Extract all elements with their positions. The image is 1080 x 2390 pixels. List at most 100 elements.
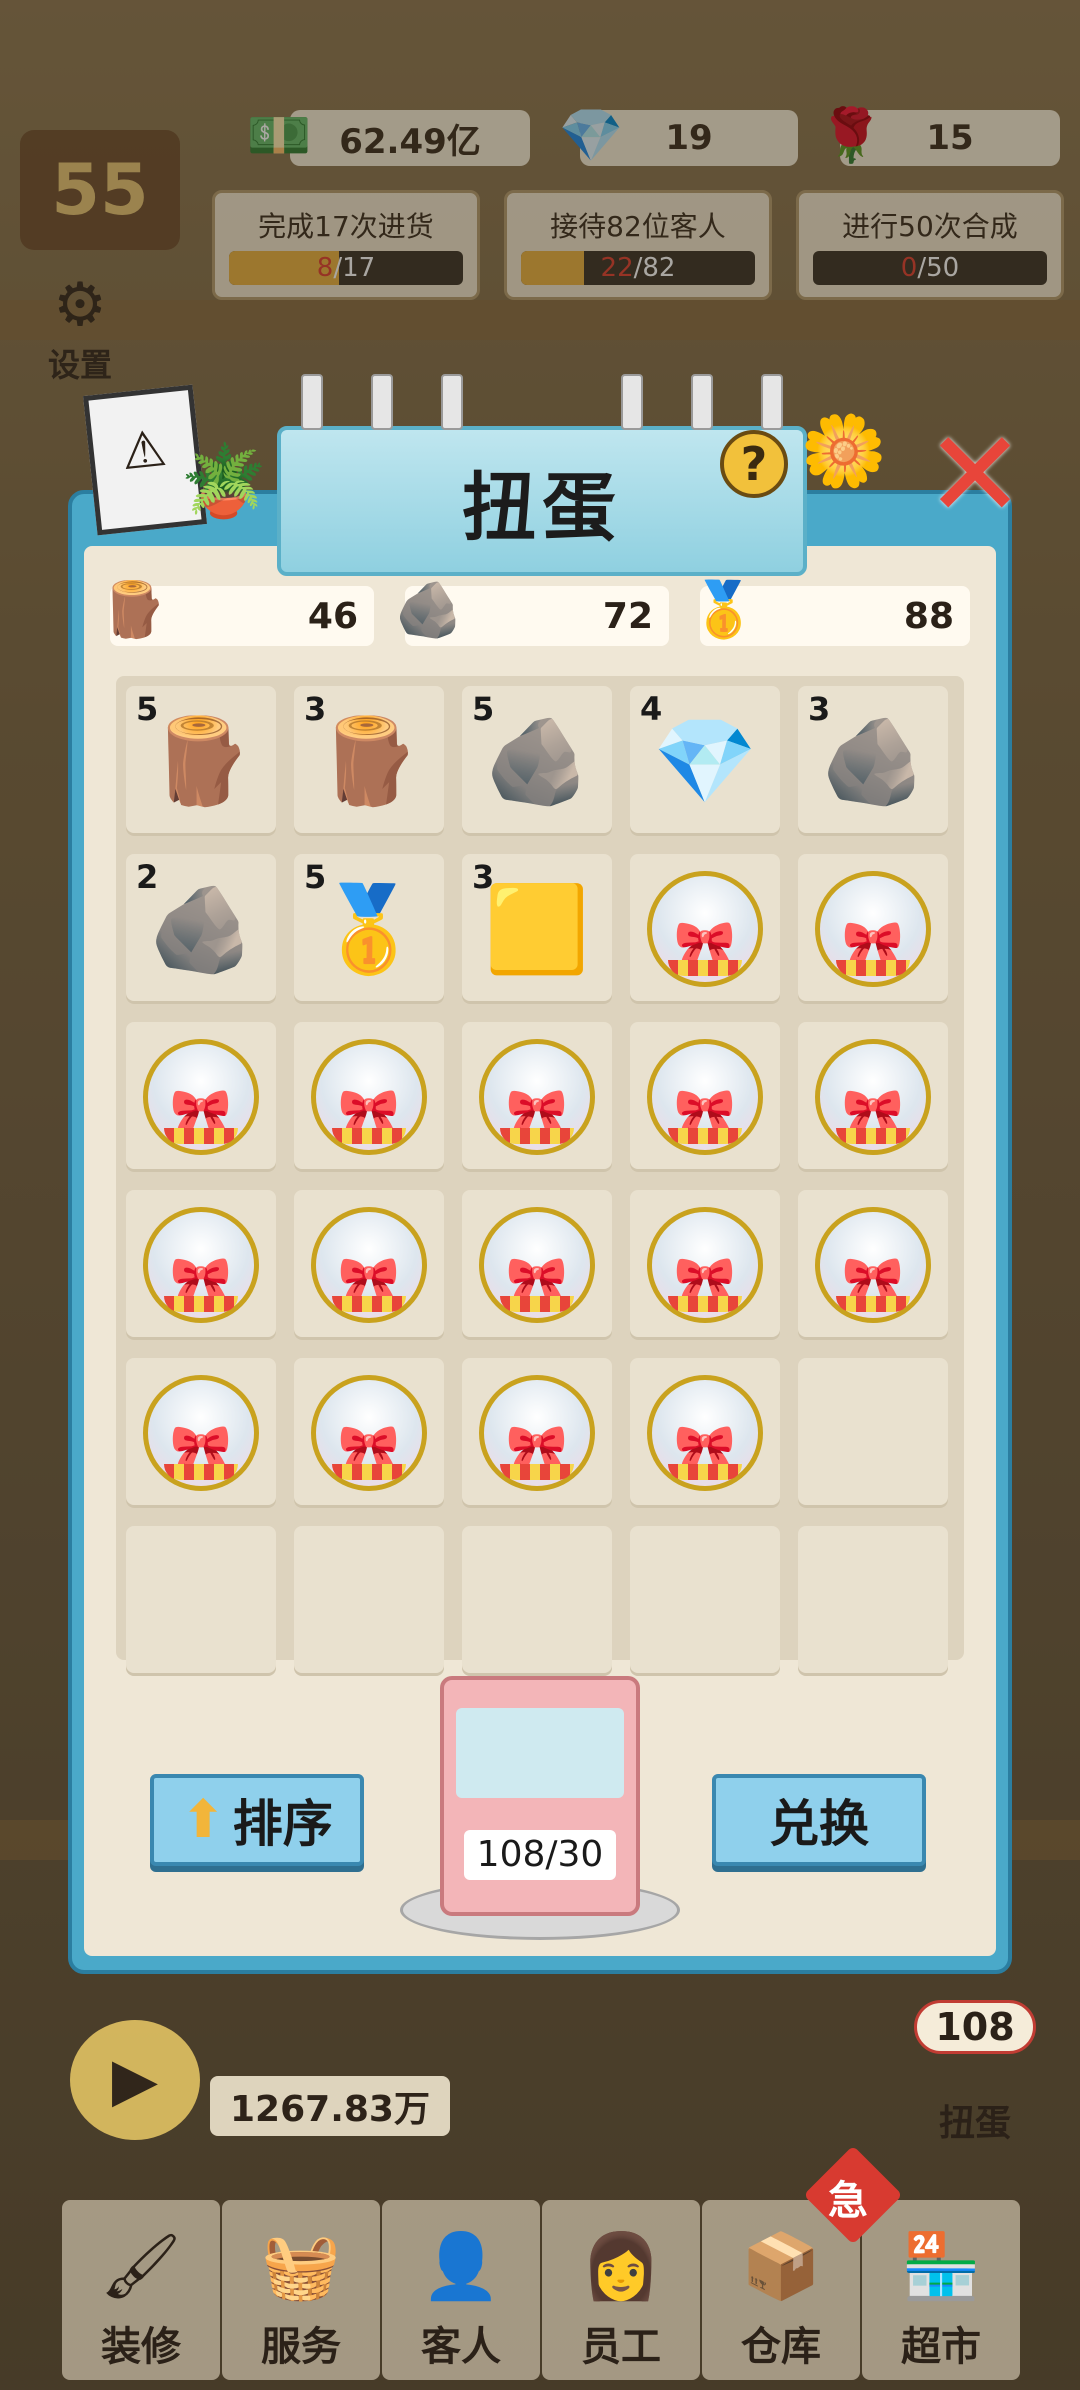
item-count: 5 (304, 858, 327, 896)
hook-icon (691, 374, 713, 430)
capsule-icon: 🎀 (143, 1375, 259, 1491)
crystal-icon: 💎 (652, 712, 758, 810)
grid-cell[interactable]: 🎀 (630, 1190, 780, 1340)
grid-cell[interactable]: 🎀 (126, 1190, 276, 1340)
nav-service[interactable]: 🧺 服务 (222, 2200, 380, 2380)
machine-counter: 108/30 (464, 1830, 616, 1880)
flower-pot-icon: 🌼 (800, 410, 888, 492)
sort-button[interactable]: ⬆ 排序 (150, 1774, 364, 1866)
service-icon: 🧺 (261, 2230, 341, 2304)
stone-icon: 🪨 (484, 712, 590, 810)
grid-cell[interactable]: 🎀 (798, 854, 948, 1004)
item-count: 3 (304, 690, 327, 728)
resource-stone: 🪨 72 (395, 578, 669, 646)
cash-display: 1267.83万 (210, 2076, 450, 2136)
grid-cell[interactable]: 🎀 (126, 1358, 276, 1508)
nav-supermarket[interactable]: 🏪 超市 (862, 2200, 1020, 2380)
capsule-icon: 🎀 (647, 1039, 763, 1155)
capsule-icon: 🎀 (479, 1207, 595, 1323)
item-count: 5 (136, 690, 159, 728)
nav-customers[interactable]: 👤 客人 (382, 2200, 540, 2380)
grid-cell[interactable]: 🎀 (294, 1022, 444, 1172)
grid-cell[interactable]: 🎀 (294, 1358, 444, 1508)
hook-icon (301, 374, 323, 430)
resource-gold: 🥇 88 (690, 578, 970, 646)
hook-icon (371, 374, 393, 430)
grid-cell[interactable]: 5 🥇 (294, 854, 444, 1004)
grid-cell (462, 1526, 612, 1676)
close-button[interactable]: ✕ (920, 406, 1030, 545)
grid-cell (126, 1526, 276, 1676)
bottom-nav: 🖌 装修 🧺 服务 👤 客人 👩 员工 📦 仓库 🏪 超市 (0, 2180, 1080, 2390)
capsule-icon: 🎀 (311, 1375, 427, 1491)
grid-cell[interactable]: 🎀 (630, 1358, 780, 1508)
nav-staff[interactable]: 👩 员工 (542, 2200, 700, 2380)
capsule-icon: 🎀 (647, 1375, 763, 1491)
grid-cell[interactable]: 3 🪨 (798, 686, 948, 836)
rock-pile-icon: 🪨 (820, 712, 926, 810)
grid-cell (798, 1526, 948, 1676)
gold-nuggets-icon: 🟨 (484, 880, 590, 978)
grid-cell[interactable]: 🎀 (798, 1190, 948, 1340)
grid-cell[interactable]: 🎀 (630, 1022, 780, 1172)
capsule-icon: 🎀 (479, 1375, 595, 1491)
capsule-window (456, 1708, 624, 1798)
gold-bar-icon: 🥇 (690, 578, 758, 641)
grid-cell[interactable]: 🎀 (462, 1358, 612, 1508)
item-count: 2 (136, 858, 159, 896)
grid-cell[interactable]: 🎀 (126, 1022, 276, 1172)
grid-cell[interactable]: 🎀 (630, 854, 780, 1004)
gacha-count-badge: 108 (914, 2000, 1036, 2054)
grid-cell[interactable]: 3 🪵 (294, 686, 444, 836)
grid-cell[interactable]: 4 💎 (630, 686, 780, 836)
nav-decorate[interactable]: 🖌 装修 (62, 2200, 220, 2380)
item-grid: 5 🪵 3 🪵 5 🪨 4 💎 3 🪨 2 🪨 5 🥇 3 🟨 🎀 🎀 🎀 🎀 🎀 🎀 🎀 🎀 🎀 🎀 🎀 🎀 🎀 🎀 🎀 🎀 (116, 676, 964, 1676)
grid-cell (294, 1526, 444, 1676)
potted-plant-icon: 🪴 (180, 440, 268, 522)
staff-icon: 👩 (581, 2230, 661, 2304)
capsule-icon: 🎀 (479, 1039, 595, 1155)
capsule-icon: 🎀 (143, 1039, 259, 1155)
blue-rock-icon: 🪨 (148, 880, 254, 978)
gacha-machine[interactable]: 108/30 (440, 1676, 640, 1916)
hook-icon (621, 374, 643, 430)
capsule-icon: 🎀 (311, 1039, 427, 1155)
gacha-shortcut-label: 扭蛋 (938, 2103, 1011, 2144)
help-button[interactable]: ? (720, 430, 788, 498)
grid-cell[interactable]: 🎀 (294, 1190, 444, 1340)
capsule-icon: 🎀 (815, 1207, 931, 1323)
hook-icon (441, 374, 463, 430)
grid-cell[interactable]: 3 🟨 (462, 854, 612, 1004)
resource-wood: 🪵 46 (100, 578, 374, 646)
capsule-icon: 🎀 (647, 1207, 763, 1323)
gold-bars-icon: 🥇 (316, 880, 422, 978)
customer-icon: 👤 (421, 2230, 501, 2304)
grid-cell (798, 1358, 948, 1508)
item-count: 5 (472, 690, 495, 728)
play-icon: ▶ (111, 2045, 159, 2115)
item-count: 3 (808, 690, 831, 728)
logs-icon: 🪵 (316, 712, 422, 810)
video-ad-button[interactable]: ▶ (70, 2020, 200, 2140)
capsule-icon: 🎀 (647, 871, 763, 987)
grid-cell[interactable]: 🎀 (462, 1190, 612, 1340)
item-count: 3 (472, 858, 495, 896)
grid-cell[interactable]: 5 🪵 (126, 686, 276, 836)
supermarket-icon: 🏪 (901, 2230, 981, 2304)
grid-cell[interactable]: 5 🪨 (462, 686, 612, 836)
exchange-button[interactable]: 兑换 (712, 1774, 926, 1866)
grid-cell[interactable]: 2 🪨 (126, 854, 276, 1004)
grid-cell (630, 1526, 780, 1676)
close-icon: ✕ (924, 405, 1026, 545)
panel-title: 扭蛋 (462, 464, 622, 551)
grid-cell[interactable]: 🎀 (798, 1022, 948, 1172)
capsule-icon: 🎀 (815, 1039, 931, 1155)
gacha-shortcut[interactable]: 108 扭蛋 (890, 2000, 1060, 2150)
plank-icon: 🪵 (148, 712, 254, 810)
urgent-label: 急 (828, 2178, 868, 2224)
grid-cell[interactable]: 🎀 (462, 1022, 612, 1172)
capsule-icon: 🎀 (815, 871, 931, 987)
stone-icon: 🪨 (395, 578, 463, 641)
wood-plank-icon: 🪵 (100, 578, 168, 641)
hook-icon (761, 374, 783, 430)
